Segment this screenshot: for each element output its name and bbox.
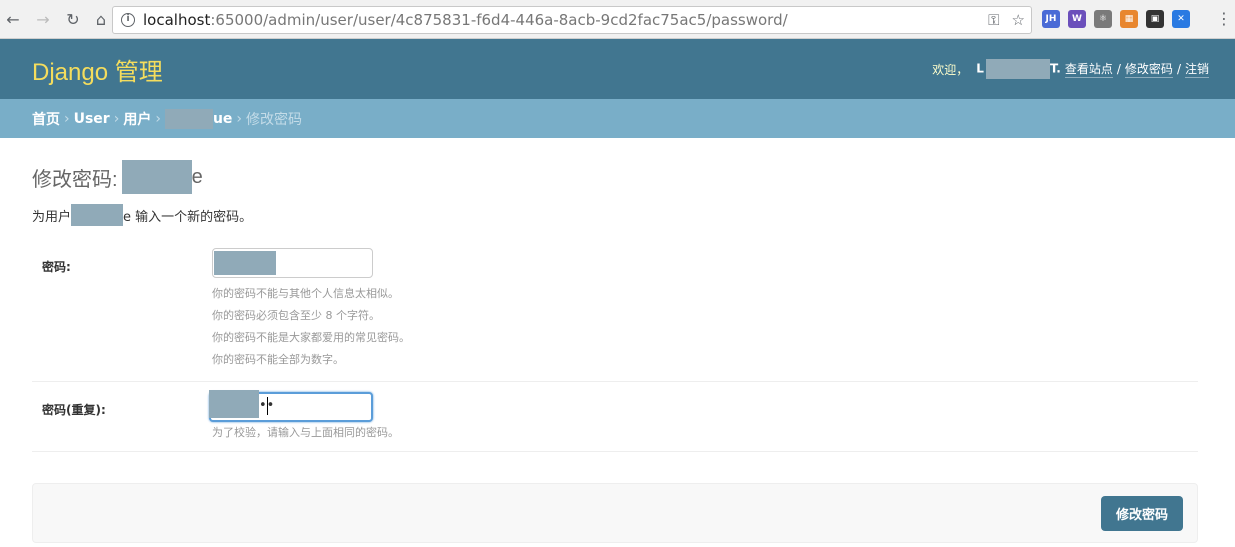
key-icon[interactable]: ⚿ xyxy=(988,11,999,29)
submit-row: 修改密码 xyxy=(32,483,1198,543)
redacted-title-name xyxy=(121,160,192,194)
extension-icons: JH W ⚛ ▦ ▣ ✕ xyxy=(1042,10,1190,28)
grid-extension-icon[interactable]: ▦ xyxy=(1120,10,1138,28)
password1-help-item: 你的密码不能与其他个人信息太相似。 xyxy=(212,287,399,300)
redacted-intro-name xyxy=(71,204,124,226)
password1-label: 密码: xyxy=(42,260,71,274)
password2-label: 密码(重复): xyxy=(42,403,106,417)
breadcrumb-home[interactable]: 首页 xyxy=(32,109,60,129)
wa-extension-icon[interactable]: W xyxy=(1068,10,1086,28)
redacted-username xyxy=(985,59,1050,79)
separator: / xyxy=(1116,62,1121,76)
forward-arrow-icon[interactable]: → xyxy=(32,8,54,30)
redacted-password2-value xyxy=(209,390,259,418)
password2-help: 为了校验，请输入与上面相同的密码。 xyxy=(212,426,399,439)
home-icon[interactable]: ⌂ xyxy=(90,8,112,30)
user-tools: 欢迎， L T. 查看站点 / 修改密码 / 注销 xyxy=(932,59,1213,79)
bookmark-star-icon[interactable]: ☆ xyxy=(1012,11,1025,29)
breadcrumb-model[interactable]: 用户 xyxy=(123,109,151,129)
breadcrumb-separator: › xyxy=(113,110,120,127)
intro-text: 为用户 e 输入一个新的密码。 xyxy=(32,204,1198,226)
qr-code-icon[interactable]: ▣ xyxy=(1146,10,1164,28)
browser-toolbar: ← → ↻ ⌂ i localhost:65000/admin/user/use… xyxy=(0,0,1235,39)
react-devtools-icon[interactable]: ⚛ xyxy=(1094,10,1112,28)
logout-link[interactable]: 注销 xyxy=(1184,60,1209,78)
welcome-text: 欢迎， xyxy=(932,62,969,77)
site-branding[interactable]: Django 管理 xyxy=(32,52,163,87)
password1-help-item: 你的密码不能是大家都爱用的常见密码。 xyxy=(212,331,410,344)
breadcrumb-object[interactable]: ue xyxy=(164,108,232,129)
main-content: 修改密码: e 为用户 e 输入一个新的密码。 密码: 你的密码不能与其他个人信息… xyxy=(0,160,1235,543)
password1-help: 你的密码不能与其他个人信息太相似。 你的密码必须包含至少 8 个字符。 你的密码不能… xyxy=(212,283,1198,371)
breadcrumb-separator: › xyxy=(64,110,70,127)
url-path: :65000/admin/user/user/4c875831-f6d4-446… xyxy=(210,11,788,29)
page-title: 修改密码: e xyxy=(32,160,1198,194)
back-arrow-icon[interactable]: ← xyxy=(2,8,24,30)
text-cursor xyxy=(267,397,268,415)
breadcrumb-separator: › xyxy=(155,110,161,127)
breadcrumb-separator: › xyxy=(236,110,243,127)
change-password-link[interactable]: 修改密码 xyxy=(1124,60,1173,78)
separator: / xyxy=(1176,62,1181,76)
redacted-password1-value xyxy=(214,251,276,275)
redacted-object-name xyxy=(164,108,213,129)
address-bar[interactable]: i localhost:65000/admin/user/user/4c8758… xyxy=(112,6,1032,34)
url-host: localhost xyxy=(143,11,211,29)
password2-row: 密码(重复): •• 为了校验，请输入与上面相同的密码。 xyxy=(32,382,1198,452)
site-info-icon[interactable]: i xyxy=(121,13,135,27)
password1-row: 密码: 你的密码不能与其他个人信息太相似。 你的密码必须包含至少 8 个字符。 你的… xyxy=(32,236,1198,382)
breadcrumb-current: 修改密码 xyxy=(246,111,303,128)
breadcrumb: 首页 › User › 用户 › ue › 修改密码 xyxy=(0,99,1235,138)
change-password-submit-button[interactable]: 修改密码 xyxy=(1100,495,1183,531)
jh-extension-icon[interactable]: JH xyxy=(1042,10,1060,28)
password1-help-item: 你的密码必须包含至少 8 个字符。 xyxy=(212,309,380,322)
browser-menu-icon[interactable]: ⋮ xyxy=(1216,9,1232,28)
reload-icon[interactable]: ↻ xyxy=(62,8,84,30)
breadcrumb-app[interactable]: User xyxy=(74,111,110,127)
username: L T. xyxy=(976,59,1061,79)
blue-extension-icon[interactable]: ✕ xyxy=(1172,10,1190,28)
password1-help-item: 你的密码不能全部为数字。 xyxy=(212,353,344,366)
admin-header: Django 管理 欢迎， L T. 查看站点 / 修改密码 / 注销 xyxy=(0,39,1235,99)
view-site-link[interactable]: 查看站点 xyxy=(1064,60,1113,78)
